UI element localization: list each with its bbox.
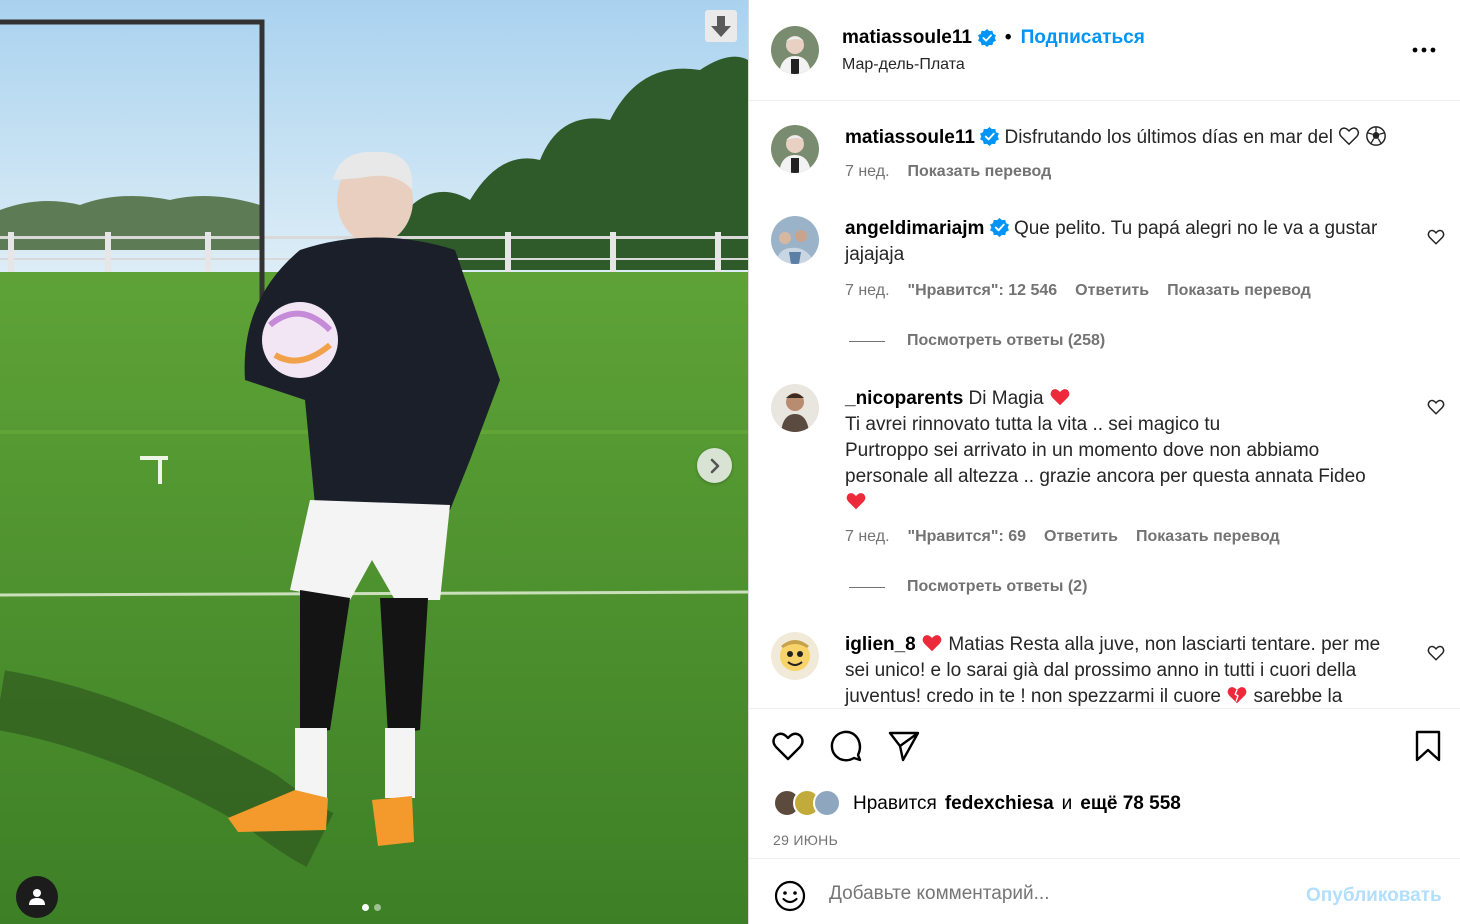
avatar[interactable] [771, 384, 819, 432]
replies-divider [849, 586, 885, 588]
show-translation-button[interactable]: Показать перевод [1167, 282, 1311, 300]
next-slide-button[interactable] [697, 448, 732, 483]
verified-badge-icon [980, 127, 1000, 146]
separator-dot: • [1004, 27, 1012, 48]
bookmark-icon[interactable] [1411, 729, 1445, 763]
avatar[interactable] [771, 632, 819, 680]
share-icon[interactable] [887, 729, 921, 763]
view-replies-button[interactable]: Посмотреть ответы (2) [849, 578, 1087, 596]
post-location[interactable]: Мар-дель-Плата [842, 56, 965, 74]
comments-list[interactable]: matiassoule11 Disfrutando los últimos dí… [749, 102, 1460, 708]
view-replies-label: Посмотреть ответы (2) [907, 578, 1088, 595]
verified-badge-icon [989, 218, 1009, 237]
replies-divider [849, 340, 885, 342]
carousel-dot [374, 904, 381, 911]
carousel-indicator [362, 904, 381, 911]
comment-likes-count[interactable]: "Нравится": 12 546 [908, 282, 1058, 300]
add-comment-bar: Опубликовать [749, 858, 1460, 924]
download-button[interactable] [705, 10, 737, 42]
show-translation-button[interactable]: Показать перевод [908, 163, 1052, 181]
like-comment-icon[interactable] [1427, 398, 1445, 416]
user-icon [29, 889, 45, 905]
follow-button[interactable]: Подписаться [1021, 27, 1145, 49]
comment-input[interactable] [829, 883, 1289, 905]
white-heart-emoji-icon [1339, 127, 1360, 146]
comment-time[interactable]: 7 нед. [845, 528, 890, 546]
post-photo [0, 0, 748, 924]
arrow-down-icon [711, 16, 731, 37]
liked-by-prefix: Нравится [853, 793, 937, 814]
red-heart-emoji-icon [1050, 389, 1070, 406]
view-replies-label: Посмотреть ответы (258) [907, 332, 1106, 349]
show-translation-button[interactable]: Показать перевод [1136, 528, 1280, 546]
comment-likes-count[interactable]: "Нравится": 69 [908, 528, 1027, 546]
comment-text: sarebbe la [1253, 686, 1343, 707]
chevron-right-icon [710, 458, 719, 473]
comment-username[interactable]: _nicoparents [845, 388, 963, 409]
like-comment-icon[interactable] [1427, 644, 1445, 662]
avatar[interactable] [771, 216, 819, 264]
verified-badge-icon [977, 29, 996, 47]
red-heart-emoji-icon [922, 635, 942, 652]
post-media[interactable] [0, 0, 748, 924]
publish-comment-button[interactable]: Опубликовать [1306, 885, 1442, 907]
reply-button[interactable]: Ответить [1075, 282, 1149, 300]
view-replies-button[interactable]: Посмотреть ответы (258) [849, 332, 1105, 350]
comment-icon[interactable] [829, 729, 863, 763]
heart-icon[interactable] [771, 729, 805, 763]
liked-by-username[interactable]: fedexchiesa [945, 793, 1054, 815]
comment-time[interactable]: 7 нед. [845, 163, 890, 181]
avatar[interactable] [771, 26, 819, 74]
avatar [813, 789, 841, 817]
post-actions: Нравится fedexchiesa и ещё 78 558 29 ИЮН… [749, 708, 1460, 858]
soccer-ball-emoji-icon [1366, 126, 1387, 146]
comment-text: Purtroppo sei arrivato in un momento dov… [845, 440, 1366, 487]
comment-text: Di Magia [968, 388, 1044, 409]
comment-time[interactable]: 7 нед. [845, 282, 890, 300]
liker-avatars [773, 789, 845, 819]
liked-by-connector: и [1061, 793, 1073, 814]
avatar[interactable] [771, 125, 819, 173]
tagged-users-button[interactable] [16, 876, 58, 918]
more-options-icon[interactable] [1411, 40, 1437, 60]
comment-username[interactable]: matiassoule11 [845, 127, 975, 148]
comment-text: Ti avrei rinnovato tutta la vita .. sei … [845, 414, 1221, 435]
like-comment-icon[interactable] [1427, 228, 1445, 246]
post-header: matiassoule11 • Подписаться Мар-дель-Пла… [749, 0, 1460, 101]
comment-meta: 7 нед. Показать перевод [845, 163, 1051, 181]
comment-username[interactable]: iglien_8 [845, 634, 916, 655]
broken-heart-emoji-icon [1227, 687, 1247, 704]
comment-meta: 7 нед. "Нравится": 12 546 Ответить Показ… [845, 282, 1311, 300]
post-date[interactable]: 29 ИЮНЬ [773, 832, 838, 848]
comment-text: Disfrutando los últimos días en mar del [1004, 127, 1333, 148]
red-heart-emoji-icon [846, 493, 866, 510]
post-author-username[interactable]: matiassoule11 [842, 27, 972, 49]
emoji-icon[interactable] [773, 879, 807, 913]
reply-button[interactable]: Ответить [1044, 528, 1118, 546]
comment-username[interactable]: angeldimariajm [845, 218, 984, 239]
carousel-dot-active [362, 904, 369, 911]
likes-summary[interactable]: Нравится fedexchiesa и ещё 78 558 [773, 789, 1181, 819]
comment-meta: 7 нед. "Нравится": 69 Ответить Показать … [845, 528, 1280, 546]
post-side-panel: matiassoule11 • Подписаться Мар-дель-Пла… [748, 0, 1460, 924]
likes-count[interactable]: ещё 78 558 [1080, 793, 1181, 815]
